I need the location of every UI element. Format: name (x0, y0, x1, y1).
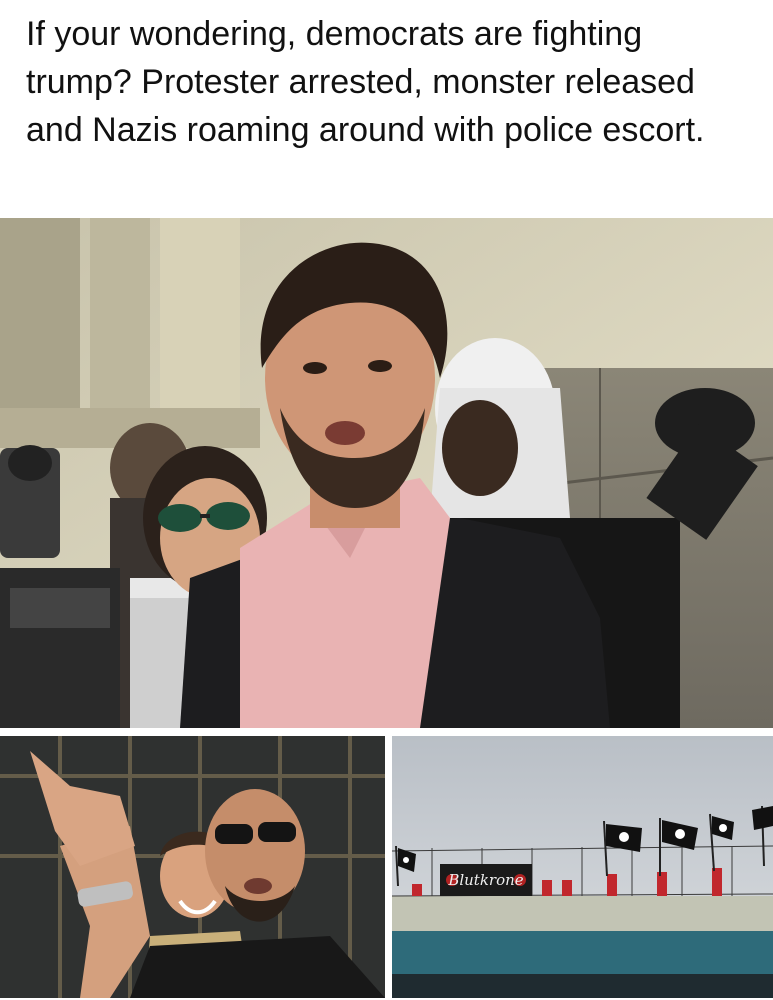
post-caption: If your wondering, democrats are fightin… (26, 15, 705, 149)
protest-press-photo (0, 218, 773, 728)
two-men-pointing-photo (0, 736, 385, 998)
bottom-left-photo[interactable] (0, 736, 385, 998)
overpass-flags-photo: Blutkrone (392, 736, 773, 998)
banner-text: Blutkrone (447, 871, 523, 889)
bottom-right-photo[interactable]: Blutkrone (392, 736, 773, 998)
main-photo[interactable] (0, 218, 773, 728)
